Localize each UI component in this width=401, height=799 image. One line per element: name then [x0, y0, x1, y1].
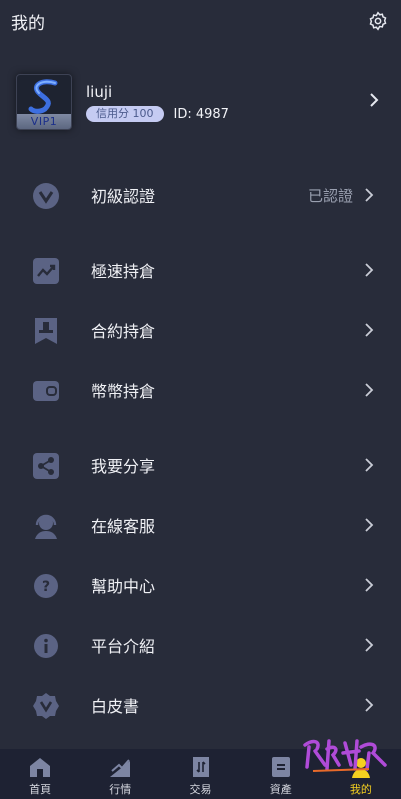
- menu-item-verification[interactable]: 初級認證 已認證: [0, 175, 401, 215]
- assets-icon: [269, 755, 293, 779]
- menu-item-coin-positions[interactable]: 幣幣持倉: [0, 370, 401, 410]
- wallet-icon: [33, 378, 59, 404]
- chevron-right-icon: [364, 187, 374, 207]
- trade-icon: [189, 755, 213, 779]
- menu-item-label: 合約持倉: [91, 322, 156, 341]
- chevron-right-icon: [364, 637, 374, 657]
- chevron-right-icon: [364, 322, 374, 342]
- top-bar: 我的: [0, 0, 401, 42]
- avatar: VIP1: [16, 74, 72, 130]
- chevron-right-icon: [364, 382, 374, 402]
- chevron-right-icon: [364, 697, 374, 717]
- share-icon: [33, 453, 59, 479]
- tab-trade[interactable]: 交易: [160, 749, 240, 799]
- menu-item-label: 平台介紹: [91, 637, 156, 656]
- market-icon: [108, 755, 132, 779]
- tab-assets[interactable]: 資產: [241, 749, 321, 799]
- svg-text:?: ?: [42, 579, 50, 595]
- chevron-right-icon: [364, 577, 374, 597]
- tab-label: 資產: [269, 783, 292, 796]
- tab-label: 行情: [109, 783, 132, 796]
- verification-status: 已認證: [307, 186, 353, 205]
- menu-item-share[interactable]: 我要分享: [0, 445, 401, 485]
- menu-item-help-center[interactable]: ? 幫助中心: [0, 565, 401, 605]
- menu-item-label: 極速持倉: [91, 262, 156, 281]
- menu-item-platform-intro[interactable]: 平台介紹: [0, 625, 401, 665]
- home-icon: [28, 755, 52, 779]
- menu-item-contract-positions[interactable]: 合約持倉: [0, 310, 401, 350]
- username: liuji: [86, 83, 113, 101]
- tab-label: 首頁: [29, 783, 52, 796]
- tab-label: 交易: [189, 783, 212, 796]
- settings-gear-icon[interactable]: [368, 11, 388, 31]
- menu-item-online-service[interactable]: 在線客服: [0, 505, 401, 545]
- credit-score-badge: 信用分 100: [86, 106, 164, 122]
- profile-card[interactable]: VIP1 liuji 信用分 100 ID: 4987: [0, 70, 401, 134]
- menu-item-whitepaper[interactable]: 白皮書: [0, 685, 401, 725]
- headset-icon: [33, 513, 59, 539]
- menu-item-label: 我要分享: [91, 457, 156, 476]
- tab-market[interactable]: 行情: [80, 749, 160, 799]
- chevron-right-icon: [364, 517, 374, 537]
- chevron-right-icon: [364, 457, 374, 477]
- vip-level-badge: VIP1: [17, 114, 71, 129]
- tab-label: 我的: [349, 783, 372, 796]
- menu-item-label: 初級認證: [91, 187, 156, 206]
- question-icon: ?: [33, 573, 59, 599]
- menu-item-label: 在線客服: [91, 517, 156, 536]
- chevron-right-icon: [364, 262, 374, 282]
- menu-item-label: 幫助中心: [91, 577, 156, 596]
- v-seal-icon: [33, 693, 59, 719]
- menu-item-fast-positions[interactable]: 極速持倉: [0, 250, 401, 290]
- v-badge-icon: [33, 183, 59, 209]
- menu-item-label: 白皮書: [91, 697, 140, 716]
- menu-item-label: 幣幣持倉: [91, 382, 156, 401]
- user-id: ID: 4987: [173, 106, 229, 122]
- tab-home[interactable]: 首頁: [0, 749, 80, 799]
- page-title: 我的: [11, 13, 45, 34]
- trend-chart-icon: [33, 258, 59, 284]
- tab-profile[interactable]: 我的: [321, 749, 401, 799]
- chevron-right-icon: [369, 92, 379, 112]
- s-logo-icon: [28, 79, 58, 114]
- profile-icon: [349, 755, 373, 779]
- stamp-icon: [33, 318, 59, 344]
- bottom-navigation: 首頁 行情 交易 資產 我的: [0, 749, 401, 799]
- info-icon: [33, 633, 59, 659]
